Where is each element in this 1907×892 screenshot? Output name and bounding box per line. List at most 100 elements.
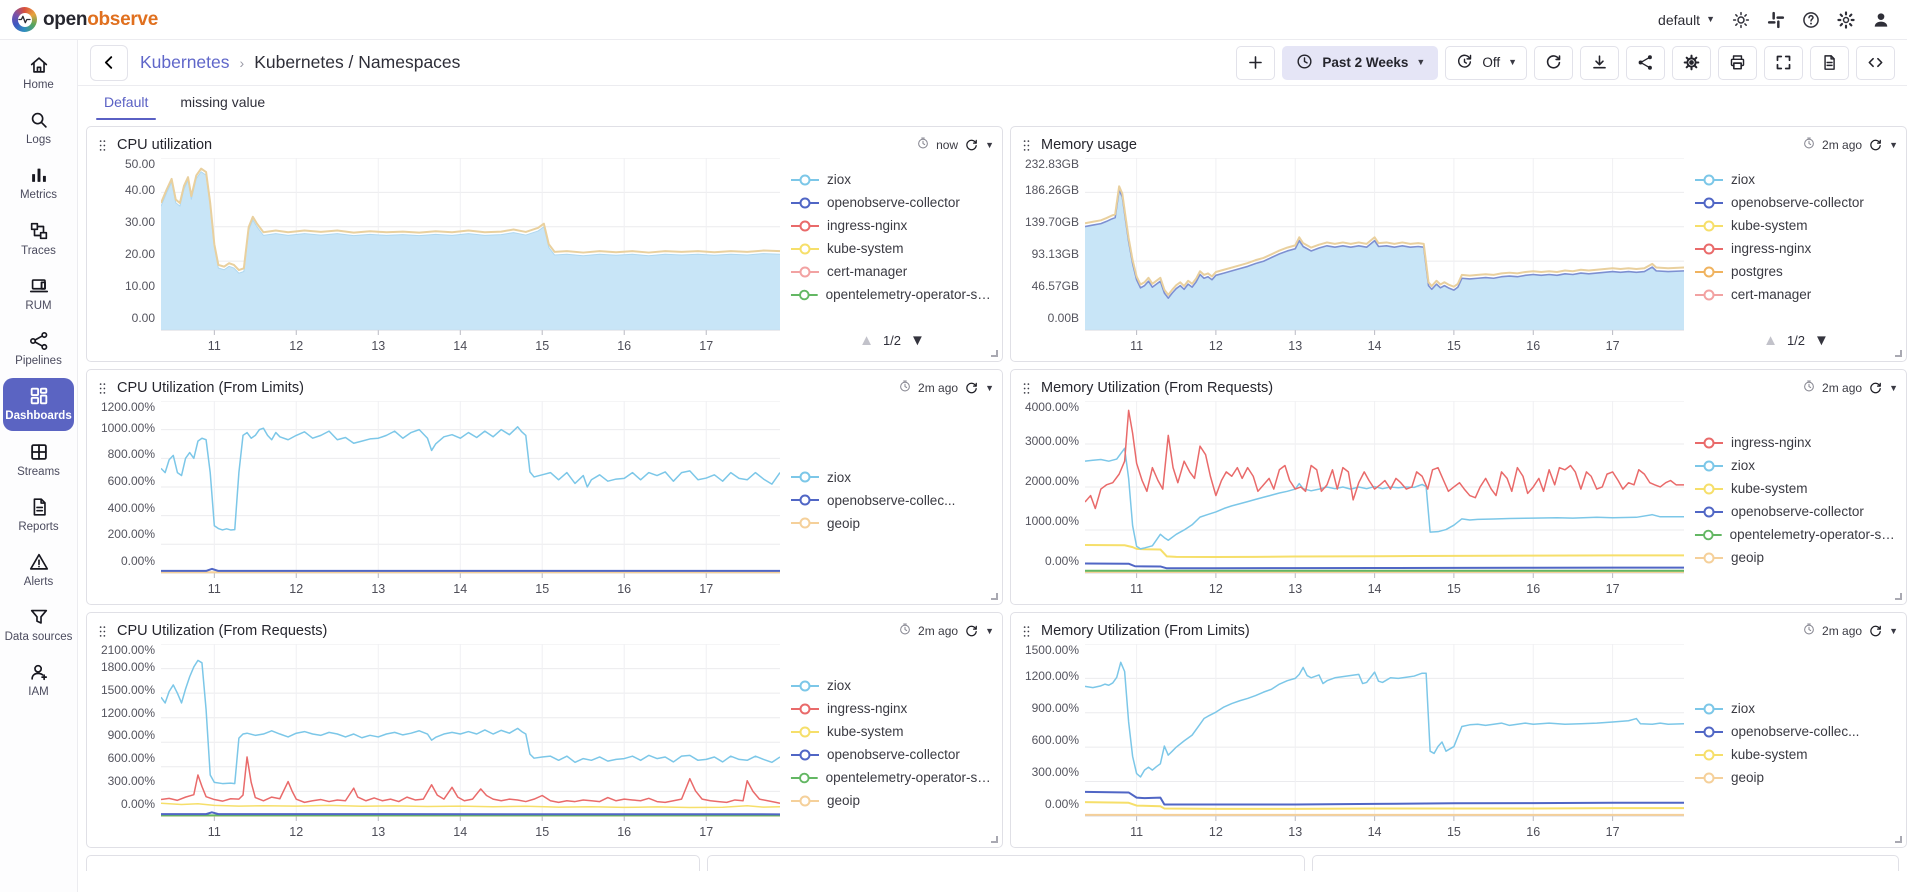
legend-item[interactable]: geoip [1694,766,1898,789]
legend-item[interactable]: ingress-nginx [790,697,994,720]
legend-item[interactable]: openobserve-collector [1694,191,1898,214]
panel-refresh-button[interactable] [1868,381,1883,396]
help-button[interactable] [1801,10,1821,30]
breadcrumb-parent-link[interactable]: Kubernetes [140,52,230,73]
chart-canvas[interactable] [161,644,780,822]
chart-canvas[interactable] [161,158,780,336]
auto-refresh-selector[interactable]: Off ▼ [1445,46,1527,80]
legend-item[interactable]: ziox [790,674,994,697]
sidebar-item-streams[interactable]: Streams [3,434,74,486]
chart-plot[interactable]: 11121314151617 [161,644,780,842]
sidebar-item-home[interactable]: Home [3,47,74,99]
chart-canvas[interactable] [1085,401,1684,579]
legend-item[interactable]: ingress-nginx [1694,237,1898,260]
panel-refresh-button[interactable] [1868,624,1883,639]
panel-resize-handle[interactable] [1895,593,1902,600]
tab-default[interactable]: Default [90,88,162,120]
legend-item[interactable]: ingress-nginx [1694,431,1898,454]
panel-drag-handle[interactable] [95,381,110,396]
legend-item[interactable]: kube-system [1694,743,1898,766]
legend-item[interactable]: openobserve-collector [1694,500,1898,523]
sidebar-item-logs[interactable]: Logs [3,102,74,154]
settings-button[interactable] [1836,10,1856,30]
legend-next-button[interactable]: ▼ [1814,333,1829,348]
panel-drag-handle[interactable] [1019,381,1034,396]
legend-item[interactable]: postgres [1694,260,1898,283]
legend-item[interactable]: openobserve-collector [790,743,994,766]
sidebar-item-iam[interactable]: IAM [3,654,74,706]
panel-refresh-button[interactable] [964,624,979,639]
legend-item[interactable]: ziox [1694,168,1898,191]
app-logo[interactable]: openobserve [12,7,158,32]
sidebar-item-alerts[interactable]: Alerts [3,544,74,596]
panel-drag-handle[interactable] [1019,624,1034,639]
dashboard-settings-button[interactable] [1672,46,1711,80]
chart-plot[interactable]: 11121314151617 [1085,158,1684,356]
theme-toggle-button[interactable] [1731,10,1751,30]
panel-resize-handle[interactable] [1895,350,1902,357]
panel-drag-handle[interactable] [1019,138,1034,153]
legend-item[interactable]: cert-manager [790,260,994,283]
panel-resize-handle[interactable] [991,593,998,600]
legend-item[interactable]: ziox [1694,697,1898,720]
chart-plot[interactable]: 11121314151617 [161,401,780,599]
panel-resize-handle[interactable] [991,350,998,357]
panel-menu-caret[interactable]: ▼ [1889,627,1898,636]
sidebar-item-metrics[interactable]: Metrics [3,157,74,209]
legend-item[interactable]: ziox [790,168,994,191]
sidebar-item-dashboards[interactable]: Dashboards [3,378,74,430]
sidebar-item-data-sources[interactable]: Data sources [3,599,74,651]
panel-menu-caret[interactable]: ▼ [985,141,994,150]
sidebar-item-reports[interactable]: Reports [3,489,74,541]
query-inspector-button[interactable] [1856,46,1895,80]
legend-next-button[interactable]: ▼ [910,333,925,348]
legend-item[interactable]: kube-system [1694,214,1898,237]
chart-plot[interactable]: 11121314151617 [1085,644,1684,842]
fullscreen-button[interactable] [1764,46,1803,80]
legend-item[interactable]: openobserve-collector [790,191,994,214]
export-json-button[interactable] [1810,46,1849,80]
panel-menu-caret[interactable]: ▼ [985,627,994,636]
profile-button[interactable] [1871,10,1891,30]
refresh-button[interactable] [1534,46,1573,80]
panel-refresh-button[interactable] [964,381,979,396]
legend-item[interactable]: opentelemetry-operator-sys... [790,766,994,789]
legend-item[interactable]: opentelemetry-operator-sys... [1694,523,1898,546]
legend-item[interactable]: ziox [790,466,994,489]
legend-item[interactable]: kube-system [1694,477,1898,500]
legend-prev-button[interactable]: ▲ [1763,333,1778,348]
panel-resize-handle[interactable] [1895,836,1902,843]
panel-resize-handle[interactable] [991,836,998,843]
legend-item[interactable]: opentelemetry-operator-sys... [790,283,994,306]
legend-item[interactable]: openobserve-collec... [1694,720,1898,743]
panel-menu-caret[interactable]: ▼ [1889,384,1898,393]
chart-canvas[interactable] [1085,158,1684,336]
chart-plot[interactable]: 11121314151617 [1085,401,1684,599]
chart-canvas[interactable] [161,401,780,579]
org-selector[interactable]: default ▼ [1658,12,1715,28]
time-range-selector[interactable]: Past 2 Weeks ▼ [1282,46,1438,80]
panel-refresh-button[interactable] [1868,138,1883,153]
legend-item[interactable]: geoip [1694,546,1898,569]
tab-missing-value[interactable]: missing value [166,88,279,120]
chart-plot[interactable]: 11121314151617 [161,158,780,356]
sidebar-item-traces[interactable]: Traces [3,213,74,265]
print-button[interactable] [1718,46,1757,80]
legend-item[interactable]: ingress-nginx [790,214,994,237]
legend-item[interactable]: geoip [790,512,994,535]
legend-item[interactable]: openobserve-collec... [790,489,994,512]
panel-drag-handle[interactable] [95,624,110,639]
legend-item[interactable]: kube-system [790,720,994,743]
apps-button[interactable] [1766,10,1786,30]
legend-prev-button[interactable]: ▲ [859,333,874,348]
legend-item[interactable]: kube-system [790,237,994,260]
chart-canvas[interactable] [1085,644,1684,822]
panel-refresh-button[interactable] [964,138,979,153]
sidebar-item-pipelines[interactable]: Pipelines [3,323,74,375]
back-button[interactable] [90,45,128,81]
panel-menu-caret[interactable]: ▼ [1889,141,1898,150]
legend-item[interactable]: geoip [790,789,994,812]
add-panel-button[interactable] [1236,46,1275,80]
panel-drag-handle[interactable] [95,138,110,153]
legend-item[interactable]: ziox [1694,454,1898,477]
